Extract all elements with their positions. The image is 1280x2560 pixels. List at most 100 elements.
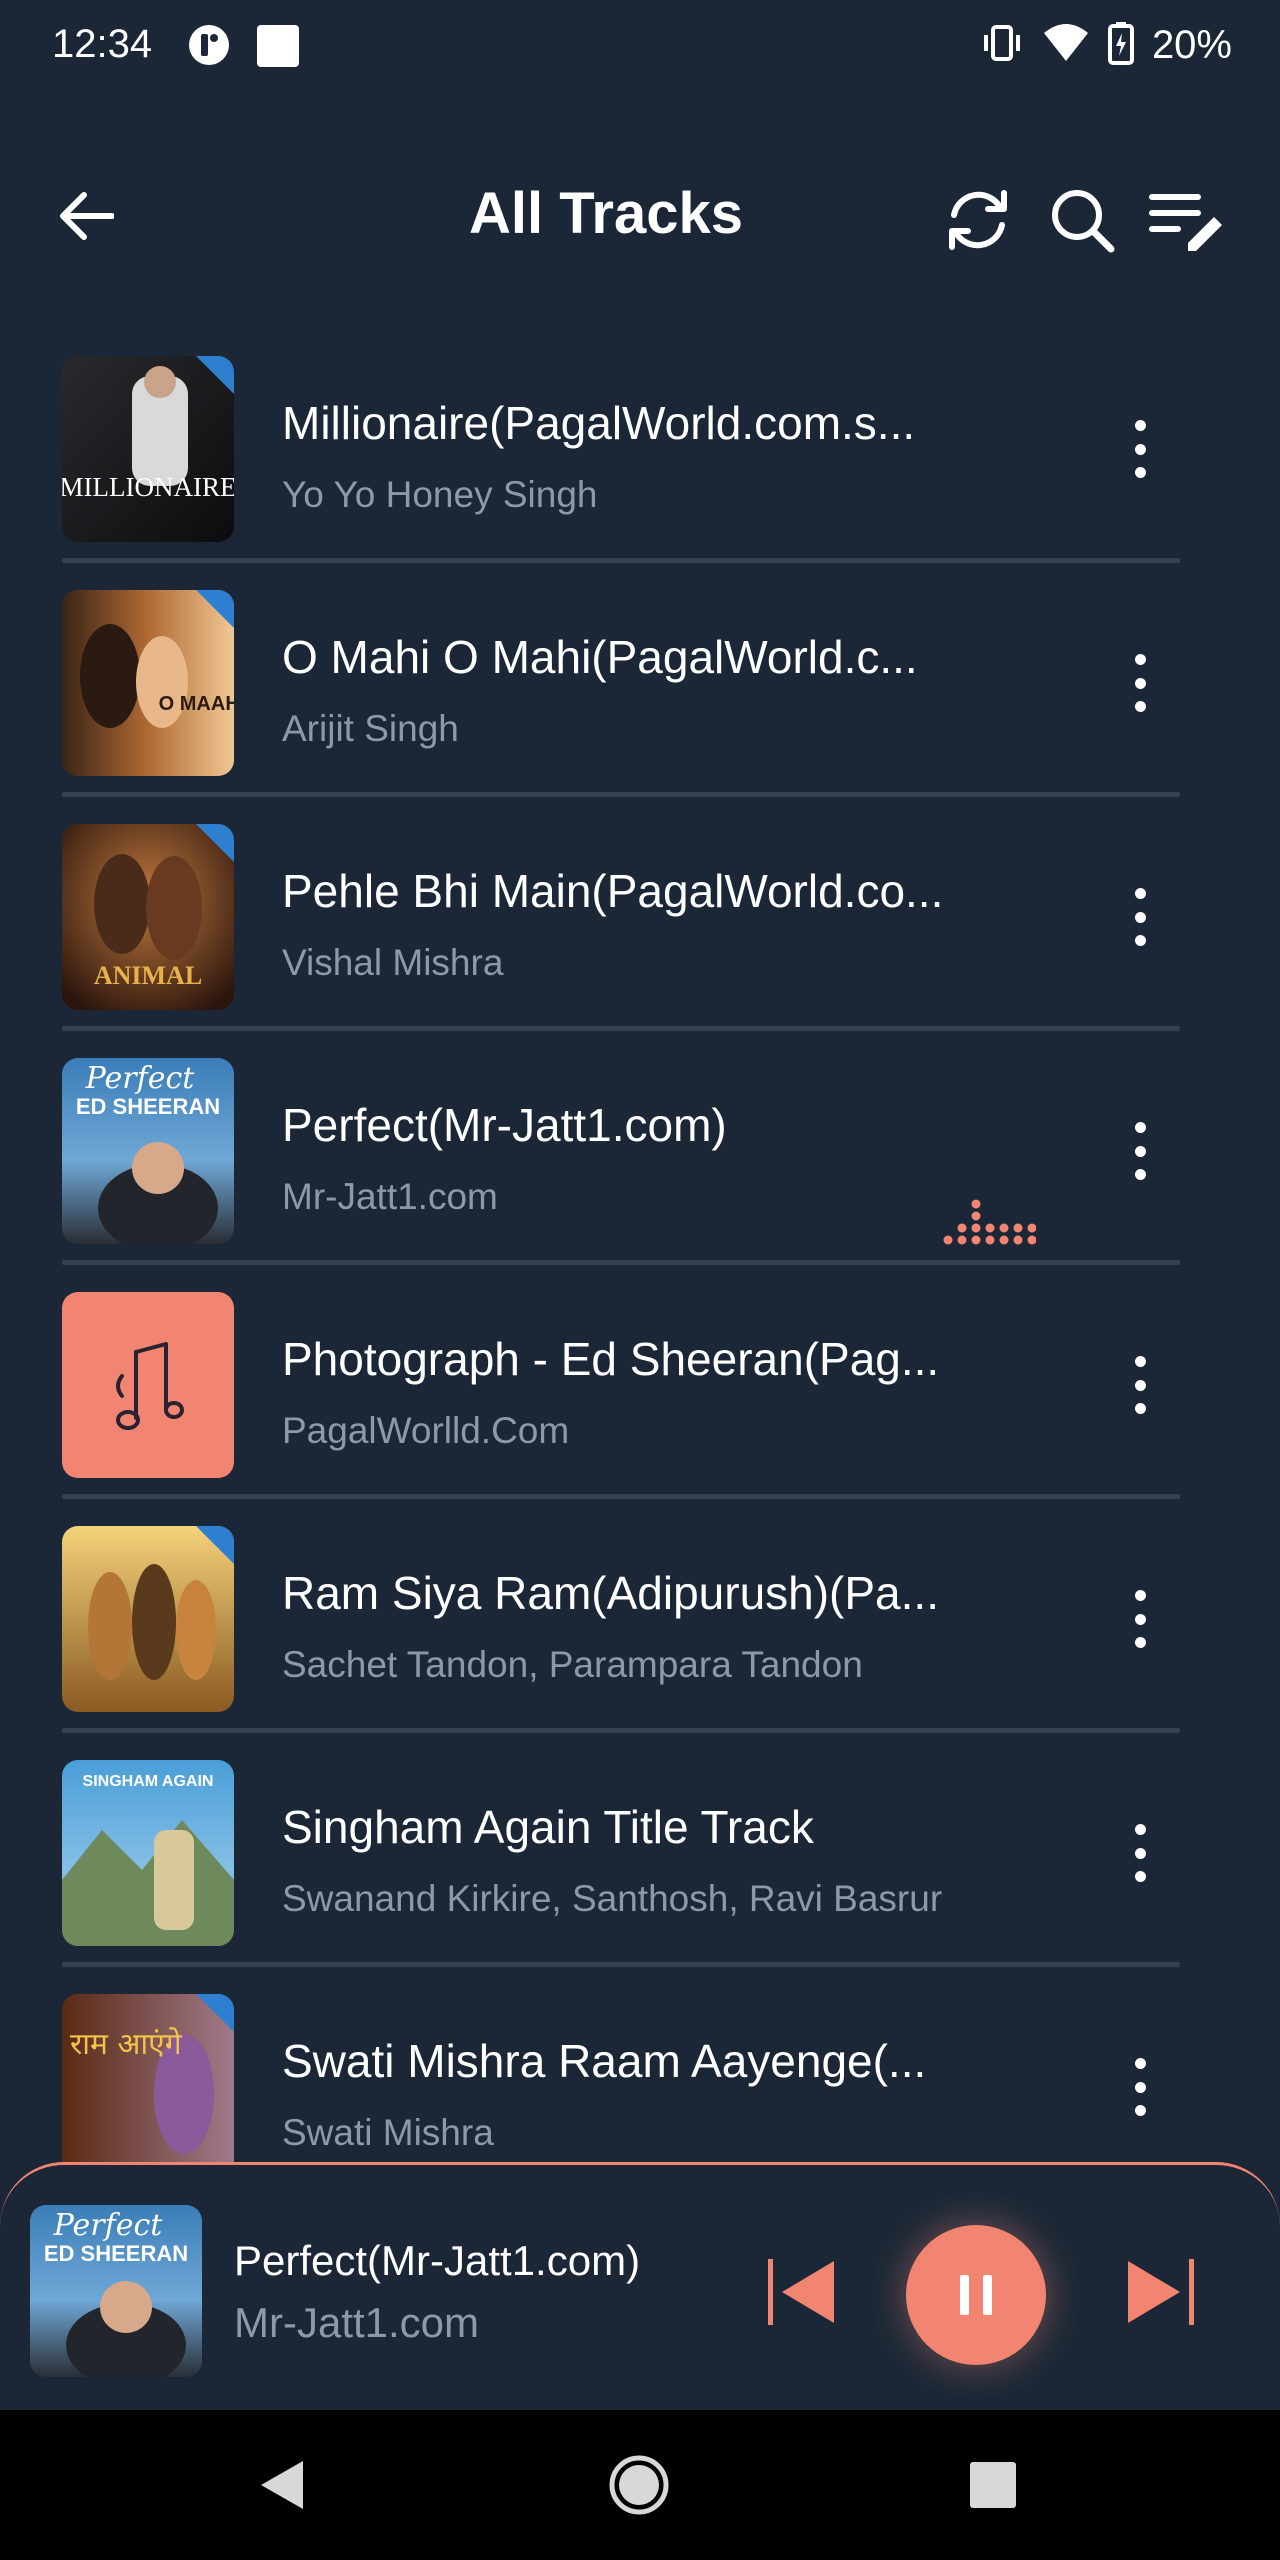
edit-playlist-icon — [1149, 194, 1222, 251]
nav-home-icon — [609, 2455, 669, 2515]
mini-art-script: Perfect — [53, 2208, 164, 2243]
nav-recents-icon — [970, 2462, 1016, 2508]
track-title: O Mahi O Mahi(PagalWorld.c... — [282, 631, 918, 683]
album-art-text: O MAAHI — [159, 693, 234, 715]
more-options-button[interactable] — [1108, 2044, 1172, 2130]
mini-player[interactable]: Perfect ED SHEERAN Perfect(Mr-Jatt1.com)… — [0, 2162, 1280, 2410]
track-artist: Vishal Mishra — [282, 942, 504, 983]
refresh-icon — [949, 190, 1007, 250]
track-title: Millionaire(PagalWorld.com.s... — [282, 397, 916, 449]
track-title: Swati Mishra Raam Aayenge(... — [282, 2035, 927, 2087]
track-title: Photograph - Ed Sheeran(Pag... — [282, 1333, 940, 1385]
app-notification-icon — [188, 24, 230, 66]
track-row[interactable]: MILLIONAIRE Millionaire(PagalWorld.com.s… — [0, 350, 1280, 584]
skip-next-icon — [1128, 2259, 1194, 2325]
more-vert-icon — [1134, 1824, 1146, 1835]
track-title: Pehle Bhi Main(PagalWorld.co... — [282, 865, 944, 917]
album-art-text: MILLIONAIRE — [62, 472, 234, 502]
track-artist: Yo Yo Honey Singh — [282, 474, 598, 515]
next-track-button[interactable] — [1124, 2255, 1198, 2329]
vibrate-icon — [980, 21, 1024, 70]
refresh-button[interactable] — [938, 180, 1018, 260]
more-options-button[interactable] — [1108, 1108, 1172, 1194]
system-navigation-bar — [0, 2410, 1280, 2560]
more-vert-icon — [1134, 1122, 1146, 1133]
wifi-icon — [1042, 23, 1090, 68]
more-options-button[interactable] — [1108, 406, 1172, 492]
more-options-button[interactable] — [1108, 874, 1172, 960]
mini-art-text: ED SHEERAN — [44, 2241, 188, 2266]
battery-charging-icon — [1107, 21, 1134, 70]
square-notification-icon — [256, 24, 299, 67]
more-options-button[interactable] — [1108, 640, 1172, 726]
album-art-text: SINGHAM AGAIN — [83, 1773, 214, 1790]
more-vert-icon — [1134, 1356, 1146, 1367]
mini-player-title: Perfect(Mr-Jatt1.com) — [234, 2237, 641, 2284]
nav-back-icon — [261, 2461, 303, 2509]
mini-player-album-art: Perfect ED SHEERAN — [30, 2205, 202, 2377]
track-title: Singham Again Title Track — [282, 1801, 814, 1853]
track-title: Ram Siya Ram(Adipurush)(Pa... — [282, 1567, 939, 1619]
nav-back-button[interactable] — [248, 2450, 318, 2520]
track-artist: Swati Mishra — [282, 2112, 494, 2153]
status-right-icons: 20% — [980, 20, 1232, 70]
track-row[interactable]: SINGHAM AGAIN Singham Again Title Track … — [0, 1754, 1280, 1988]
track-artist: Mr-Jatt1.com — [282, 1176, 498, 1217]
more-vert-icon — [1134, 420, 1146, 431]
search-button[interactable] — [1042, 180, 1122, 260]
album-art: Perfect ED SHEERAN — [62, 1058, 234, 1244]
app-bar: All Tracks — [0, 160, 1280, 270]
edit-playlist-button[interactable] — [1146, 180, 1226, 260]
nav-recents-button[interactable] — [958, 2450, 1028, 2520]
status-bar: 12:34 20% — [0, 0, 1280, 92]
track-artist: Sachet Tandon, Parampara Tandon — [282, 1644, 863, 1685]
album-art-text: राम आएंगे — [70, 2027, 183, 2062]
now-playing-equalizer-icon — [942, 1196, 1037, 1250]
status-time: 12:34 — [52, 22, 153, 66]
track-row[interactable]: ANIMAL Pehle Bhi Main(PagalWorld.co... V… — [0, 818, 1280, 1052]
track-list: MILLIONAIRE Millionaire(PagalWorld.com.s… — [0, 350, 1280, 2170]
nav-home-button[interactable] — [604, 2450, 674, 2520]
album-art-text: ED SHEERAN — [76, 1094, 220, 1119]
track-row-playing[interactable]: Perfect ED SHEERAN Perfect(Mr-Jatt1.com)… — [0, 1052, 1280, 1286]
album-art — [62, 1526, 234, 1712]
divider — [62, 1026, 1180, 1031]
track-row[interactable]: Ram Siya Ram(Adipurush)(Pa... Sachet Tan… — [0, 1520, 1280, 1754]
divider — [62, 1728, 1180, 1733]
album-art-script: Perfect — [85, 1061, 196, 1096]
more-options-button[interactable] — [1108, 1810, 1172, 1896]
divider — [62, 558, 1180, 563]
track-row[interactable]: O MAAHI O Mahi O Mahi(PagalWorld.c... Ar… — [0, 584, 1280, 818]
divider — [62, 792, 1180, 797]
divider — [62, 1962, 1180, 1967]
pause-icon — [960, 2275, 992, 2315]
divider — [62, 1260, 1180, 1265]
more-options-button[interactable] — [1108, 1342, 1172, 1428]
album-art: ANIMAL — [62, 824, 234, 1010]
track-title: Perfect(Mr-Jatt1.com) — [282, 1099, 727, 1151]
more-vert-icon — [1134, 654, 1146, 665]
divider — [62, 1494, 1180, 1499]
previous-track-button[interactable] — [764, 2255, 838, 2329]
more-vert-icon — [1134, 2058, 1146, 2069]
track-row[interactable]: Photograph - Ed Sheeran(Pag... PagalWorl… — [0, 1286, 1280, 1520]
track-artist: PagalWorlld.Com — [282, 1410, 570, 1451]
album-art-text: ANIMAL — [94, 961, 202, 990]
track-artist: Arijit Singh — [282, 708, 459, 749]
album-art: राम आएंगे — [62, 1994, 234, 2170]
track-artist: Swanand Kirkire, Santhosh, Ravi Basrur — [282, 1878, 943, 1919]
more-vert-icon — [1134, 1590, 1146, 1601]
mini-player-artist: Mr-Jatt1.com — [234, 2299, 480, 2346]
more-options-button[interactable] — [1108, 1576, 1172, 1662]
album-art-placeholder — [62, 1292, 234, 1478]
skip-previous-icon — [768, 2259, 834, 2325]
track-row[interactable]: राम आएंगे Swati Mishra Raam Aayenge(... … — [0, 1988, 1280, 2170]
album-art: SINGHAM AGAIN — [62, 1760, 234, 1946]
battery-percentage: 20% — [1151, 22, 1232, 67]
search-icon — [1052, 190, 1115, 253]
page-title: All Tracks — [468, 181, 744, 246]
music-note-icon — [116, 1342, 184, 1430]
album-art: O MAAHI — [62, 590, 234, 776]
play-pause-button[interactable] — [906, 2225, 1046, 2365]
more-vert-icon — [1134, 888, 1146, 899]
